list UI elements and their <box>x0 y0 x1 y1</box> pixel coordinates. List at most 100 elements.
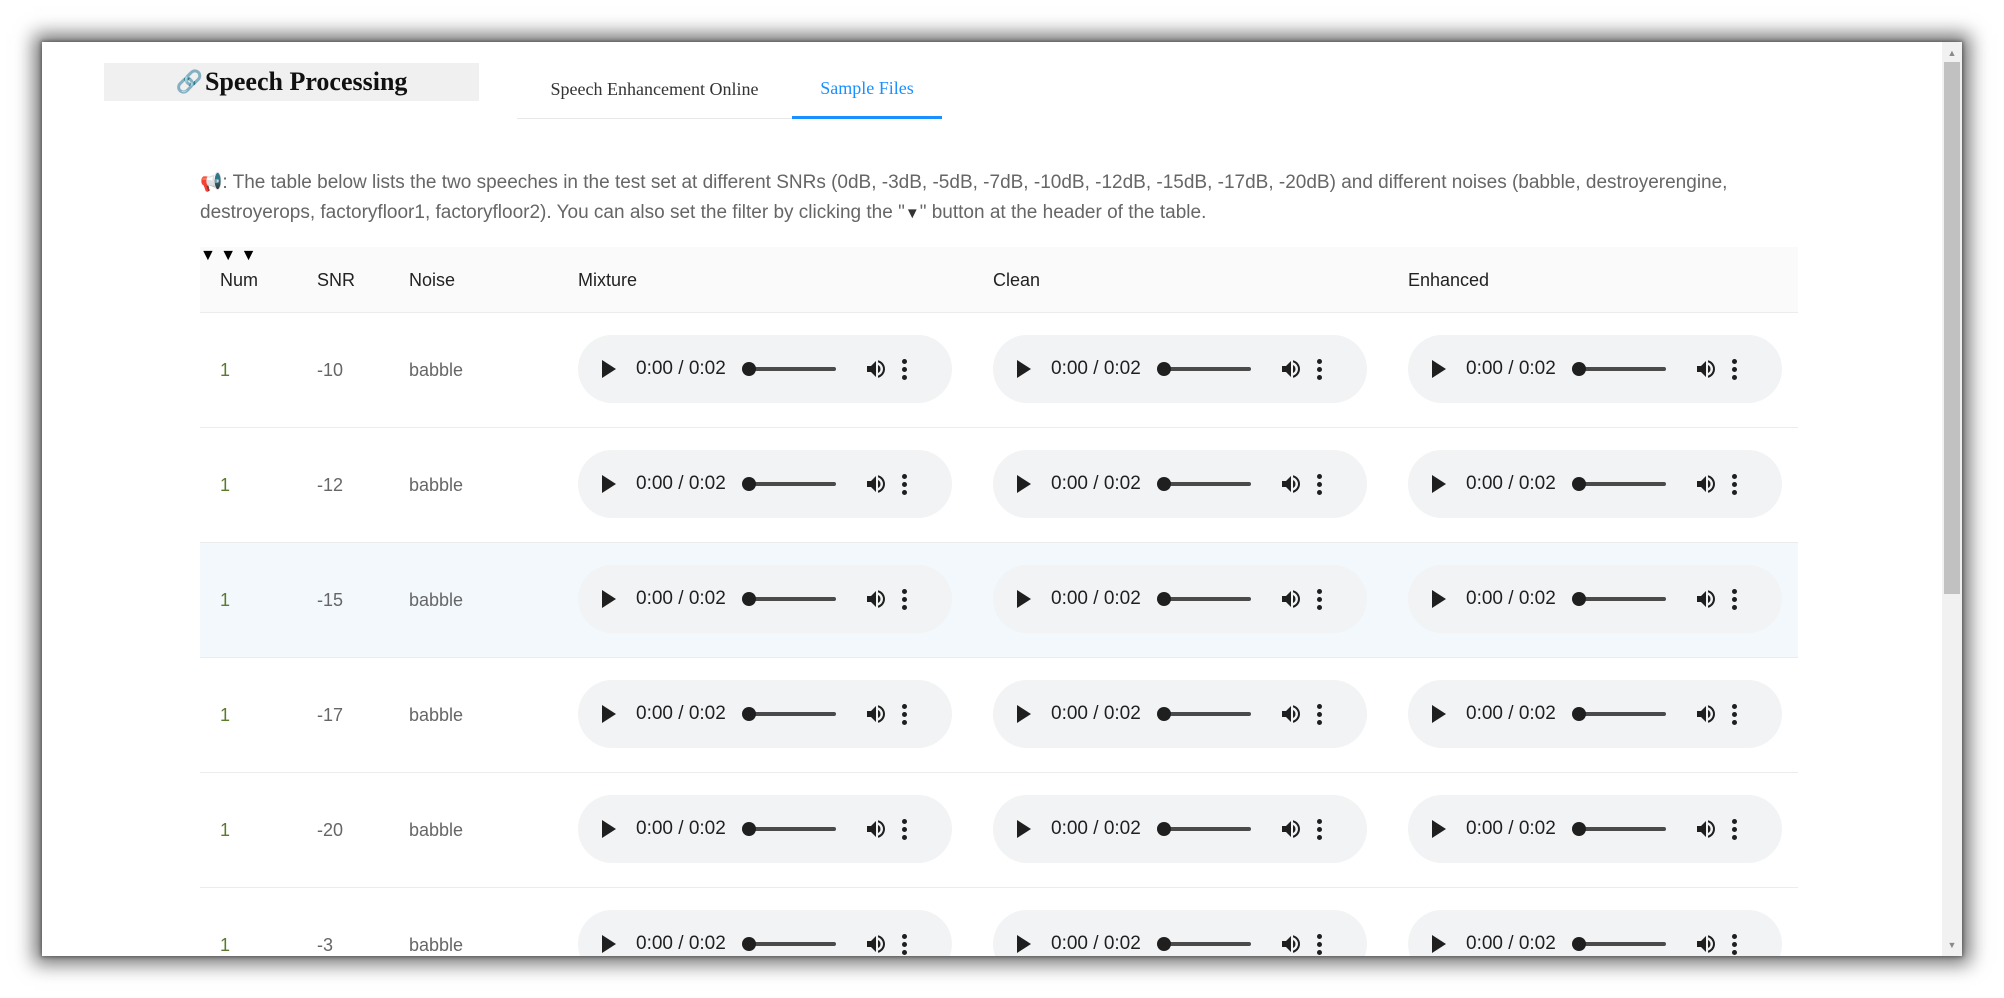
audio-player-clean[interactable]: 0:00 / 0:02 <box>993 680 1367 748</box>
audio-player-mixture[interactable]: 0:00 / 0:02 <box>578 450 952 518</box>
seek-knob[interactable] <box>1156 707 1171 721</box>
seek-knob[interactable] <box>741 592 756 606</box>
seek-knob[interactable] <box>1571 592 1586 606</box>
audio-player-enhanced[interactable]: 0:00 / 0:02 <box>1408 680 1782 748</box>
vertical-scrollbar[interactable]: ▲ ▼ <box>1942 42 1962 956</box>
seek-knob[interactable] <box>1571 477 1586 491</box>
volume-icon[interactable] <box>1694 932 1718 956</box>
seek-slider[interactable] <box>1571 362 1666 376</box>
volume-icon[interactable] <box>1279 472 1303 496</box>
play-icon[interactable] <box>602 705 616 723</box>
play-icon[interactable] <box>1017 705 1031 723</box>
seek-slider[interactable] <box>1571 592 1666 606</box>
play-icon[interactable] <box>1017 935 1031 953</box>
scroll-down-arrow-icon[interactable]: ▼ <box>1942 936 1962 954</box>
volume-icon[interactable] <box>864 587 888 611</box>
seek-knob[interactable] <box>1571 362 1586 376</box>
seek-slider[interactable] <box>1571 707 1666 721</box>
more-options-icon[interactable] <box>901 358 907 380</box>
audio-player-enhanced[interactable]: 0:00 / 0:02 <box>1408 450 1782 518</box>
volume-icon[interactable] <box>1694 357 1718 381</box>
volume-icon[interactable] <box>1694 472 1718 496</box>
volume-icon[interactable] <box>1694 587 1718 611</box>
seek-knob[interactable] <box>1156 362 1171 376</box>
audio-player-enhanced[interactable]: 0:00 / 0:02 <box>1408 565 1782 633</box>
play-icon[interactable] <box>1017 820 1031 838</box>
volume-icon[interactable] <box>864 472 888 496</box>
audio-player-enhanced[interactable]: 0:00 / 0:02 <box>1408 335 1782 403</box>
audio-player-mixture[interactable]: 0:00 / 0:02 <box>578 680 952 748</box>
audio-player-mixture[interactable]: 0:00 / 0:02 <box>578 565 952 633</box>
audio-player-enhanced[interactable]: 0:00 / 0:02 <box>1408 795 1782 863</box>
scroll-up-arrow-icon[interactable]: ▲ <box>1942 44 1962 62</box>
seek-slider[interactable] <box>1156 822 1251 836</box>
volume-icon[interactable] <box>864 702 888 726</box>
seek-knob[interactable] <box>741 937 756 951</box>
volume-icon[interactable] <box>864 357 888 381</box>
play-icon[interactable] <box>1432 820 1446 838</box>
seek-slider[interactable] <box>741 477 836 491</box>
seek-knob[interactable] <box>1571 937 1586 951</box>
seek-slider[interactable] <box>741 362 836 376</box>
seek-slider[interactable] <box>741 822 836 836</box>
seek-knob[interactable] <box>741 477 756 491</box>
more-options-icon[interactable] <box>1316 358 1322 380</box>
seek-knob[interactable] <box>1156 937 1171 951</box>
seek-knob[interactable] <box>1571 707 1586 721</box>
play-icon[interactable] <box>1432 935 1446 953</box>
volume-icon[interactable] <box>1279 357 1303 381</box>
seek-knob[interactable] <box>741 822 756 836</box>
seek-slider[interactable] <box>1156 477 1251 491</box>
seek-slider[interactable] <box>741 937 836 951</box>
more-options-icon[interactable] <box>1316 473 1322 495</box>
seek-knob[interactable] <box>741 707 756 721</box>
seek-knob[interactable] <box>1571 822 1586 836</box>
num-filter-icon[interactable]: ▼ <box>200 247 216 264</box>
more-options-icon[interactable] <box>901 933 907 955</box>
more-options-icon[interactable] <box>901 473 907 495</box>
tab-sample-files[interactable]: Sample Files <box>792 60 942 119</box>
audio-player-enhanced[interactable]: 0:00 / 0:02 <box>1408 910 1782 956</box>
audio-player-clean[interactable]: 0:00 / 0:02 <box>993 335 1367 403</box>
volume-icon[interactable] <box>1279 932 1303 956</box>
more-options-icon[interactable] <box>901 818 907 840</box>
more-options-icon[interactable] <box>1731 588 1737 610</box>
audio-player-clean[interactable]: 0:00 / 0:02 <box>993 910 1367 956</box>
play-icon[interactable] <box>1017 360 1031 378</box>
seek-slider[interactable] <box>1156 707 1251 721</box>
audio-player-mixture[interactable]: 0:00 / 0:02 <box>578 910 952 956</box>
seek-knob[interactable] <box>741 362 756 376</box>
seek-knob[interactable] <box>1156 822 1171 836</box>
play-icon[interactable] <box>602 360 616 378</box>
volume-icon[interactable] <box>864 932 888 956</box>
seek-slider[interactable] <box>1156 362 1251 376</box>
seek-slider[interactable] <box>1571 822 1666 836</box>
play-icon[interactable] <box>602 820 616 838</box>
audio-player-clean[interactable]: 0:00 / 0:02 <box>993 450 1367 518</box>
more-options-icon[interactable] <box>901 703 907 725</box>
volume-icon[interactable] <box>1279 817 1303 841</box>
play-icon[interactable] <box>1017 590 1031 608</box>
play-icon[interactable] <box>1432 590 1446 608</box>
volume-icon[interactable] <box>1279 702 1303 726</box>
more-options-icon[interactable] <box>1316 588 1322 610</box>
more-options-icon[interactable] <box>1731 473 1737 495</box>
play-icon[interactable] <box>602 590 616 608</box>
volume-icon[interactable] <box>864 817 888 841</box>
more-options-icon[interactable] <box>1316 933 1322 955</box>
volume-icon[interactable] <box>1694 817 1718 841</box>
seek-slider[interactable] <box>1571 477 1666 491</box>
play-icon[interactable] <box>1432 360 1446 378</box>
more-options-icon[interactable] <box>1731 358 1737 380</box>
seek-slider[interactable] <box>741 707 836 721</box>
more-options-icon[interactable] <box>901 588 907 610</box>
seek-slider[interactable] <box>741 592 836 606</box>
play-icon[interactable] <box>1017 475 1031 493</box>
site-logo[interactable]: 🔗 Speech Processing <box>104 63 479 101</box>
more-options-icon[interactable] <box>1316 703 1322 725</box>
volume-icon[interactable] <box>1279 587 1303 611</box>
tab-speech-enhancement-online[interactable]: Speech Enhancement Online <box>517 60 792 119</box>
seek-knob[interactable] <box>1156 477 1171 491</box>
audio-player-clean[interactable]: 0:00 / 0:02 <box>993 795 1367 863</box>
seek-slider[interactable] <box>1156 592 1251 606</box>
